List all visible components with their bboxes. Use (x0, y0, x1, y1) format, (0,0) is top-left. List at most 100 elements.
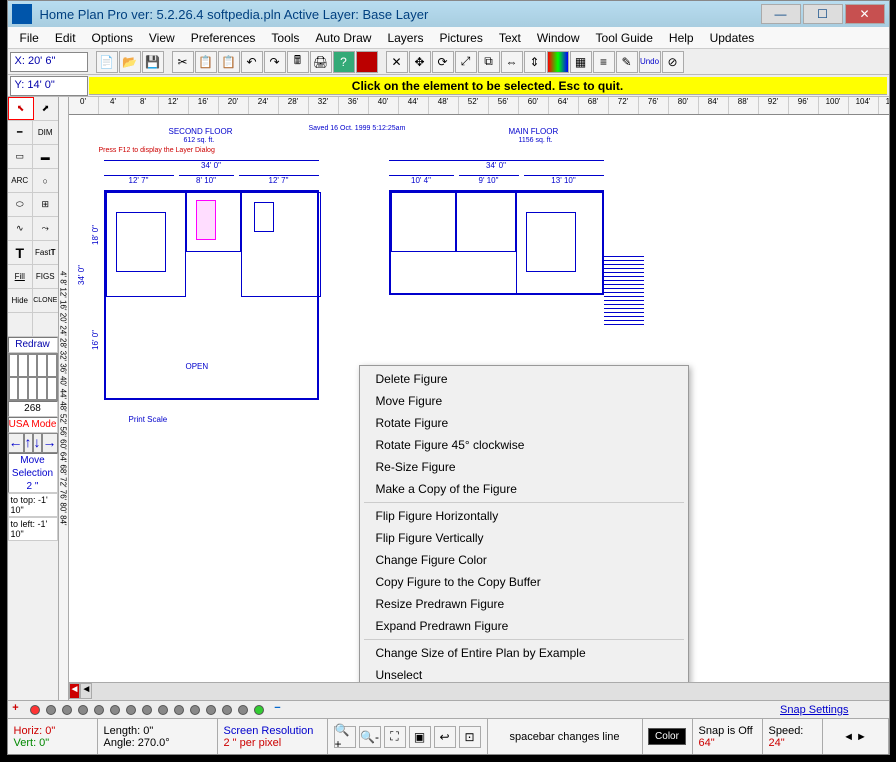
menu-text[interactable]: Text (491, 29, 529, 47)
nudge-up[interactable]: ↑ (24, 433, 33, 453)
ctx-rotate-figure-45-clockwise[interactable]: Rotate Figure 45° clockwise (360, 434, 688, 456)
ctx-change-figure-color[interactable]: Change Figure Color (360, 549, 688, 571)
menu-auto-draw[interactable]: Auto Draw (307, 29, 379, 47)
layer-dot[interactable] (222, 705, 232, 715)
color-palette[interactable] (8, 353, 58, 401)
ctx-resize-predrawn-figure[interactable]: Resize Predrawn Figure (360, 593, 688, 615)
menu-pictures[interactable]: Pictures (431, 29, 490, 47)
pointer-tool[interactable]: ⬈ (34, 97, 58, 120)
print-icon[interactable]: 🖨 (310, 51, 332, 73)
usa-mode[interactable]: USA Mode (8, 417, 58, 433)
edit-tool-icon[interactable]: ✎ (616, 51, 638, 73)
rotate-tool-icon[interactable]: ⟳ (432, 51, 454, 73)
drawing-canvas[interactable]: SECOND FLOOR 612 sq. ft. Press F12 to di… (69, 115, 889, 682)
scroll-h-home[interactable]: ◄ (69, 683, 81, 699)
minimize-button[interactable]: — (761, 4, 801, 24)
zoom-all-icon[interactable]: ⊡ (459, 726, 481, 748)
layer-dot[interactable] (190, 705, 200, 715)
polyline-tool[interactable]: ⤳ (33, 217, 58, 240)
clone-tool[interactable]: CLONE (33, 289, 58, 312)
menu-updates[interactable]: Updates (702, 29, 763, 47)
layer-icon[interactable]: ≡ (593, 51, 615, 73)
chevron-left-icon[interactable]: ◄ (843, 731, 854, 743)
zoom-prev-icon[interactable]: ↩ (434, 726, 456, 748)
hide-tool[interactable]: Hide (8, 289, 34, 312)
maximize-button[interactable]: ☐ (803, 4, 843, 24)
layer-dot[interactable] (46, 705, 56, 715)
status-snap[interactable]: Snap is Off 64" (693, 719, 763, 754)
stop-icon[interactable] (356, 51, 378, 73)
menu-layers[interactable]: Layers (379, 29, 431, 47)
new-icon[interactable]: 📄 (96, 51, 118, 73)
snap-settings-link[interactable]: Snap Settings (780, 704, 849, 716)
menu-view[interactable]: View (141, 29, 183, 47)
color-tool-icon[interactable] (547, 51, 569, 73)
menu-tool-guide[interactable]: Tool Guide (588, 29, 661, 47)
delete-tool-icon[interactable]: ✕ (386, 51, 408, 73)
layer-dot[interactable] (62, 705, 72, 715)
rect-fill-tool[interactable]: ▬ (33, 145, 58, 168)
layer-dot[interactable] (206, 705, 216, 715)
copy-icon[interactable]: 📋 (195, 51, 217, 73)
ctx-delete-figure[interactable]: Delete Figure (360, 368, 688, 390)
fill-tool[interactable]: Fill (8, 265, 34, 288)
rect-tool[interactable]: ▭ (8, 145, 34, 168)
layer-remove[interactable]: − (270, 702, 286, 718)
layer-dot[interactable] (94, 705, 104, 715)
ctx-re-size-figure[interactable]: Re-Size Figure (360, 456, 688, 478)
menu-window[interactable]: Window (529, 29, 588, 47)
arc-tool[interactable]: ARC (8, 169, 34, 192)
line-tool[interactable]: ━ (8, 121, 34, 144)
ctx-copy-figure-to-the-copy-buffer[interactable]: Copy Figure to the Copy Buffer (360, 571, 688, 593)
layer-dot[interactable] (110, 705, 120, 715)
scroll-h-left[interactable]: ◄ (80, 683, 92, 699)
undo-icon[interactable]: ↶ (241, 51, 263, 73)
zoom-window-icon[interactable]: ▣ (409, 726, 431, 748)
nudge-right[interactable]: → (42, 433, 58, 453)
select-tool[interactable]: ⬉ (8, 97, 34, 120)
close-button[interactable]: ✕ (845, 4, 885, 24)
layer-add[interactable]: + (8, 702, 24, 718)
resize-tool-icon[interactable]: ⤢ (455, 51, 477, 73)
color-button[interactable]: Color (648, 728, 686, 745)
circle-tool[interactable]: ○ (33, 169, 58, 192)
horizontal-scrollbar[interactable]: ◄ ◄ ► (69, 682, 889, 700)
ctx-expand-predrawn-figure[interactable]: Expand Predrawn Figure (360, 615, 688, 637)
ctx-move-figure[interactable]: Move Figure (360, 390, 688, 412)
layer-dot[interactable] (78, 705, 88, 715)
ctx-change-size-of-entire-plan-by-example[interactable]: Change Size of Entire Plan by Example (360, 642, 688, 664)
cut-icon[interactable]: ✂ (172, 51, 194, 73)
menu-help[interactable]: Help (661, 29, 702, 47)
copy-tool-icon[interactable]: ⧉ (478, 51, 500, 73)
layer-dot[interactable] (126, 705, 136, 715)
ctx-unselect[interactable]: Unselect (360, 664, 688, 682)
zoom-in-icon[interactable]: 🔍+ (334, 726, 356, 748)
chevron-right-icon[interactable]: ► (856, 731, 867, 743)
layer-dot[interactable] (238, 705, 248, 715)
status-speed[interactable]: Speed: 24" (763, 719, 823, 754)
dim-tool[interactable]: DIM (33, 121, 58, 144)
flip-h-icon[interactable]: ⇔ (501, 51, 523, 73)
redraw-button[interactable]: Redraw (8, 337, 58, 353)
ctx-flip-figure-horizontally[interactable]: Flip Figure Horizontally (360, 505, 688, 527)
move-tool-icon[interactable]: ✥ (409, 51, 431, 73)
redo-icon[interactable]: ↷ (264, 51, 286, 73)
layer-dot[interactable] (158, 705, 168, 715)
zoom-fit-icon[interactable]: ⛶ (384, 726, 406, 748)
menu-preferences[interactable]: Preferences (183, 29, 264, 47)
cancel-icon[interactable]: ⊘ (662, 51, 684, 73)
zoom-out-icon[interactable]: 🔍- (359, 726, 381, 748)
open-icon[interactable]: 📂 (119, 51, 141, 73)
menu-file[interactable]: File (12, 29, 47, 47)
paste-icon[interactable]: 📋 (218, 51, 240, 73)
layer-dot[interactable] (174, 705, 184, 715)
layer-dot[interactable] (142, 705, 152, 715)
curve-tool[interactable]: ∿ (8, 217, 34, 240)
grid-icon[interactable]: ▦ (570, 51, 592, 73)
undo-label-icon[interactable]: Undo (639, 51, 661, 73)
grid-tool[interactable]: ⊞ (33, 193, 58, 216)
ctx-rotate-figure[interactable]: Rotate Figure (360, 412, 688, 434)
menu-edit[interactable]: Edit (47, 29, 84, 47)
ctx-make-a-copy-of-the-figure[interactable]: Make a Copy of the Figure (360, 478, 688, 500)
nudge-left[interactable]: ← (8, 433, 24, 453)
